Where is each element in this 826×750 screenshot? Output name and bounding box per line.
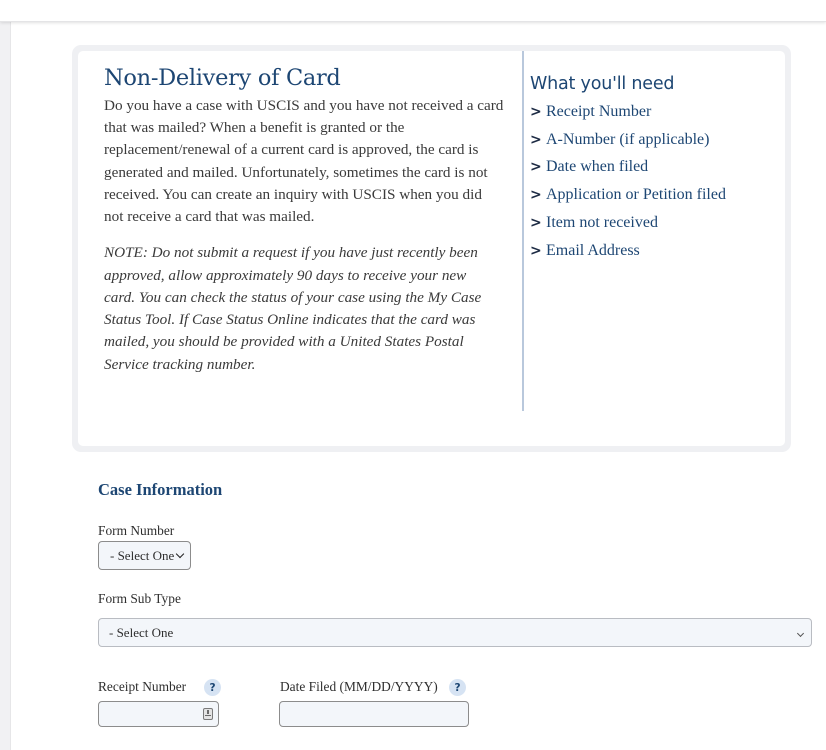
requirement-label: Email Address (546, 241, 640, 259)
autofill-icon[interactable] (203, 708, 213, 720)
info-note: NOTE: Do not submit a request if you hav… (104, 244, 482, 373)
requirement-item: > Date when filed (530, 154, 780, 182)
chevron-right-icon: > (530, 187, 542, 204)
receipt-number-label: Receipt Number (98, 679, 187, 694)
info-description: Do you have a case with USCIS and you ha… (104, 97, 504, 226)
date-filed-input[interactable] (279, 701, 469, 727)
form-number-label: Form Number (98, 523, 175, 538)
form-number-selected-value: - Select One (110, 547, 175, 563)
section-title-case-information: Case Information (98, 480, 223, 499)
chevron-right-icon: > (530, 159, 542, 176)
chevron-right-icon: > (530, 242, 542, 259)
requirement-label: A-Number (if applicable) (546, 130, 710, 148)
requirement-item: > A-Number (if applicable) (530, 126, 780, 154)
browser-top-bar (0, 0, 826, 22)
vertical-divider (522, 51, 524, 411)
info-card: Non-Delivery of Card Do you have a case … (72, 45, 791, 452)
requirement-item: > Application or Petition filed (530, 181, 780, 209)
form-number-select[interactable]: - Select One (98, 541, 191, 570)
requirement-label: Date when filed (546, 158, 649, 176)
chevron-down-icon (796, 629, 805, 638)
page-title: Non-Delivery of Card (104, 65, 341, 91)
chevron-down-icon (176, 549, 185, 558)
requirement-item: > Receipt Number (530, 98, 780, 126)
chevron-right-icon: > (530, 103, 542, 120)
info-card-inner: Non-Delivery of Card Do you have a case … (78, 51, 785, 446)
left-scroll-rail (0, 22, 11, 750)
form-sub-type-label: Form Sub Type (98, 591, 181, 606)
requirements-panel: What you'll need > Receipt Number > A-Nu… (530, 71, 780, 265)
receipt-number-help-icon[interactable]: ? (204, 679, 221, 696)
form-sub-type-selected-value: - Select One (109, 624, 174, 640)
requirement-label: Item not received (546, 214, 658, 232)
date-filed-help-icon[interactable]: ? (449, 679, 466, 696)
requirement-item: > Email Address (530, 237, 780, 265)
chevron-right-icon: > (530, 131, 542, 148)
requirements-list: > Receipt Number > A-Number (if applicab… (530, 98, 780, 265)
date-filed-label: Date Filed (MM/DD/YYYY) (280, 679, 438, 694)
receipt-number-input[interactable] (98, 701, 219, 727)
info-main: Non-Delivery of Card Do you have a case … (104, 63, 504, 376)
requirements-title: What you'll need (530, 74, 675, 94)
requirement-label: Receipt Number (546, 102, 652, 120)
chevron-right-icon: > (530, 215, 542, 232)
requirement-item: > Item not received (530, 209, 780, 237)
form-sub-type-select[interactable]: - Select One (98, 618, 812, 647)
requirement-label: Application or Petition filed (546, 186, 726, 204)
